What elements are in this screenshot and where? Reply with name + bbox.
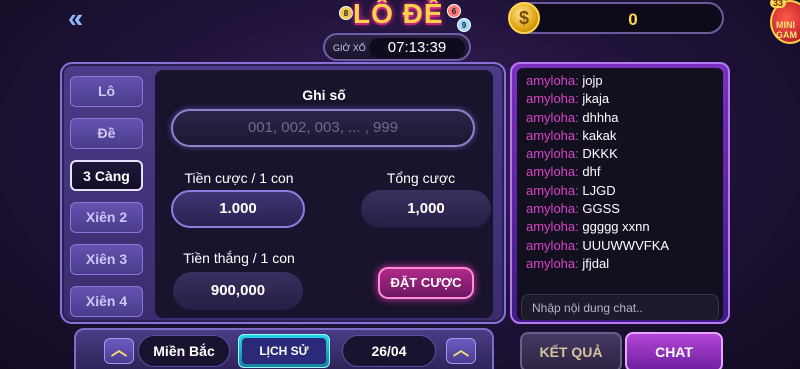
chat-message: amyloha: UUUWWVFKA (526, 237, 670, 253)
stake-label: Tiền cược / 1 con (184, 170, 294, 186)
game-logo: 8 6 9 LÔ ĐỀ (325, 0, 475, 32)
bet-type-de[interactable]: Đề (70, 118, 143, 149)
betting-panel: Lô Đề 3 Càng Xiên 2 Xiên 3 Xiên 4 Ghi số… (60, 62, 506, 324)
bet-type-xien-2[interactable]: Xiên 2 (70, 202, 143, 233)
mini-game-button[interactable]: 33 MINI GAM (770, 0, 800, 44)
bet-type-lo[interactable]: Lô (70, 76, 143, 107)
chevron-up-icon: ︿ (452, 342, 469, 359)
chat-button[interactable]: CHAT (625, 332, 723, 369)
balance-value: 0 (628, 10, 638, 29)
bet-history-button[interactable]: LỊCH SỬ CƯỢC (238, 334, 330, 368)
total-label: Tổng cược (386, 170, 456, 186)
lottery-ball-icon: 9 (457, 18, 471, 32)
chat-message: amyloha: GGSS (526, 201, 620, 217)
chat-input[interactable]: Nhập nội dung chat.. (521, 294, 719, 320)
win-value: 900,000 (173, 272, 303, 310)
chat-message: amyloha: kakak (526, 127, 617, 143)
bet-history-label: LỊCH SỬ CƯỢC (242, 338, 326, 364)
chat-message: amyloha: jkaja (526, 91, 610, 107)
chat-message: amyloha: DKKK (526, 146, 618, 162)
total-value: 1,000 (361, 190, 491, 228)
bottom-bar: ︿ Miền Bắc LỊCH SỬ CƯỢC 26/04 ︿ (74, 328, 494, 369)
region-up-button[interactable]: ︿ (104, 338, 134, 364)
back-button[interactable]: «‹ (68, 3, 106, 33)
double-chevron-left-icon: «‹ (68, 3, 83, 33)
date-select[interactable]: 26/04 (342, 335, 436, 367)
mini-game-label: MINI GAM (776, 20, 797, 40)
numbers-input[interactable]: 001, 002, 003, ... , 999 (171, 109, 475, 147)
lottery-ball-icon: 6 (447, 4, 461, 18)
chat-message: amyloha: jfjdal (526, 255, 610, 271)
logo-text: LÔ ĐỀ (353, 0, 444, 29)
bet-type-xien-3[interactable]: Xiên 3 (70, 244, 143, 275)
numbers-label: Ghi số (302, 87, 346, 103)
balance-box: $ 0 (508, 2, 724, 34)
bet-form: Ghi số 001, 002, 003, ... , 999 Tiền cượ… (155, 70, 493, 318)
chat-panel: amyloha: jojp amyloha: jkaja amyloha: dh… (510, 62, 730, 324)
chat-messages[interactable]: amyloha: jojp amyloha: jkaja amyloha: dh… (517, 68, 723, 320)
mini-game-badge: 33 (770, 0, 787, 8)
draw-time-label: GIỜ XỔ (333, 43, 366, 53)
chevron-up-icon: ︿ (110, 342, 127, 359)
stake-input[interactable]: 1.000 (171, 190, 305, 228)
bet-type-3-cang[interactable]: 3 Càng (70, 160, 143, 191)
chat-message: amyloha: dhf (526, 164, 601, 180)
draw-time-box: GIỜ XỔ 07:13:39 (323, 33, 471, 61)
chat-message: amyloha: ggggg xxnn (526, 219, 650, 235)
date-up-button[interactable]: ︿ (446, 338, 476, 364)
region-select[interactable]: Miền Bắc (138, 335, 230, 367)
draw-time-value: 07:13:39 (369, 38, 465, 58)
bet-type-xien-4[interactable]: Xiên 4 (70, 286, 143, 317)
results-button[interactable]: KẾT QUẢ (520, 332, 622, 369)
chat-message: amyloha: dhhha (526, 109, 619, 125)
chat-message: amyloha: jojp (526, 73, 603, 88)
win-label: Tiền thắng / 1 con (183, 250, 295, 266)
place-bet-button[interactable]: ĐẶT CƯỢC (378, 267, 474, 299)
lottery-ball-icon: 8 (339, 6, 353, 20)
chat-message: amyloha: LJGD (526, 182, 616, 198)
coin-icon: $ (508, 2, 540, 34)
